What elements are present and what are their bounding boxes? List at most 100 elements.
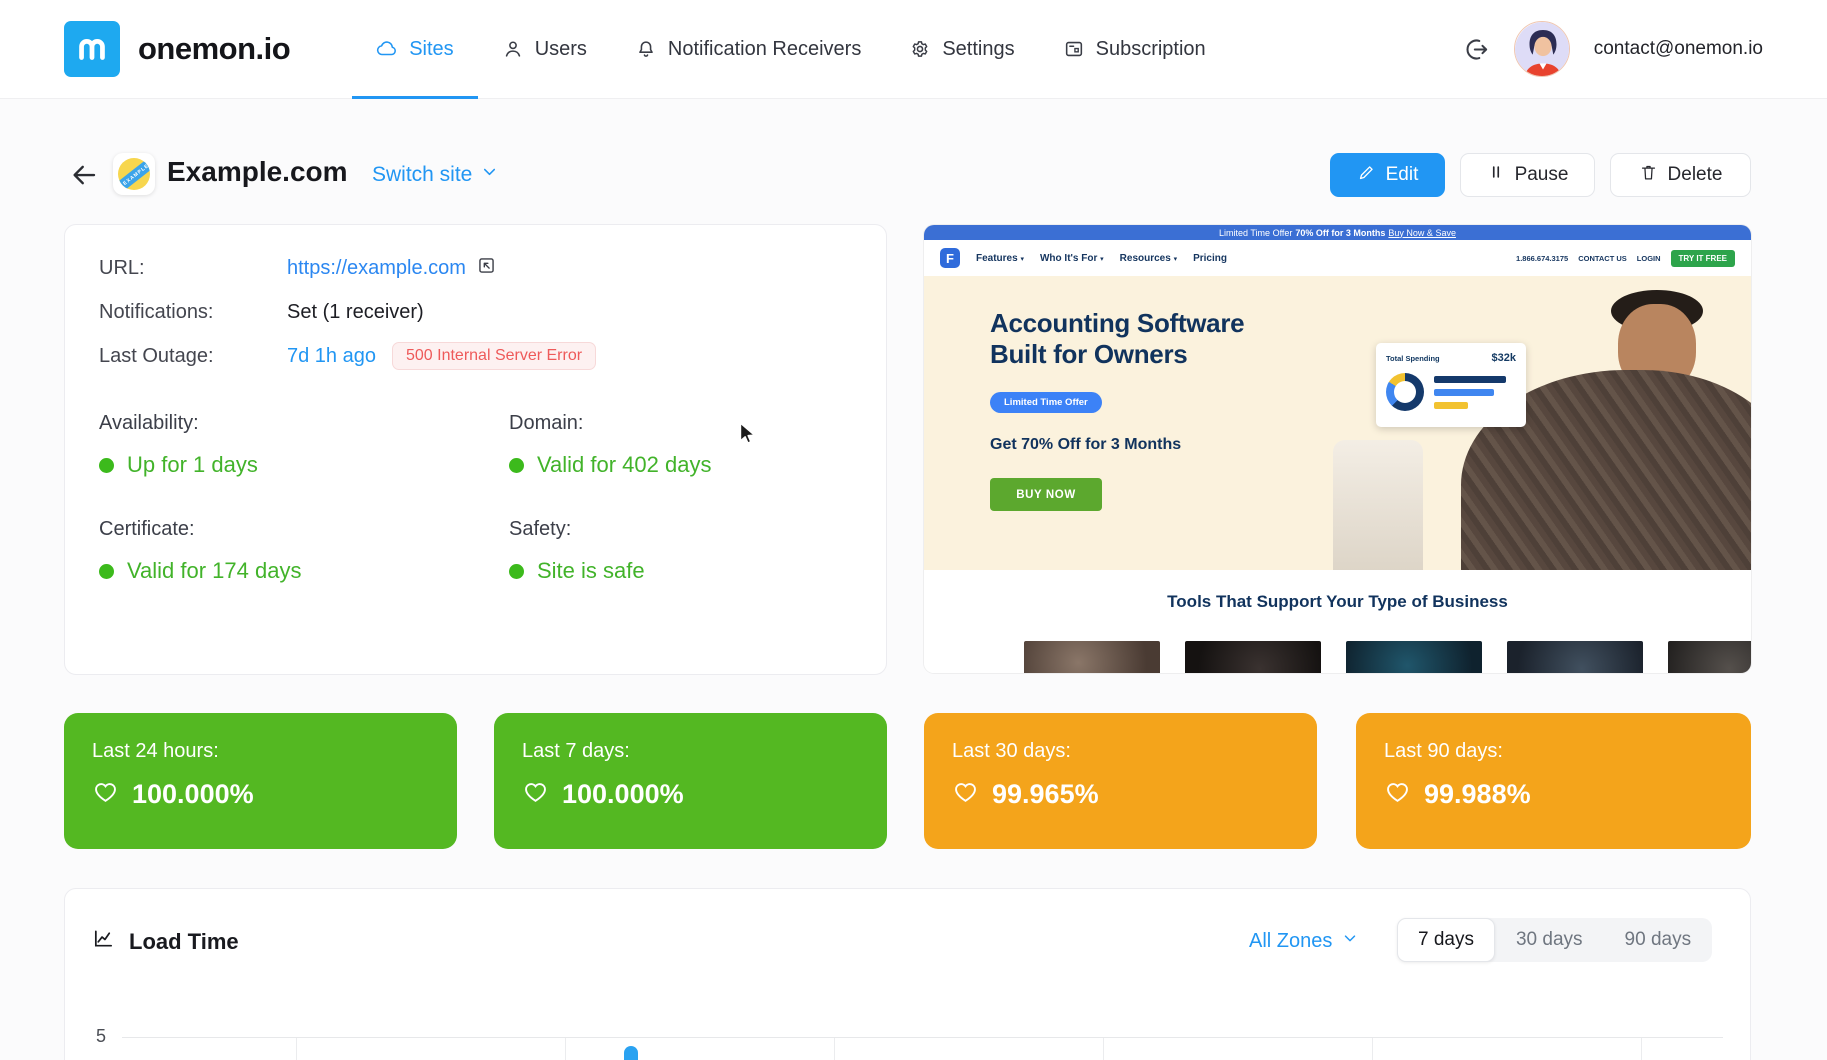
preview-nav-item: Resources ▾ bbox=[1119, 252, 1178, 264]
availability-block: Availability: Up for 1 days bbox=[99, 412, 509, 478]
uptime-value: 99.965% bbox=[992, 778, 1099, 809]
chart-gridline bbox=[1641, 1038, 1642, 1060]
uptime-value: 99.988% bbox=[1424, 778, 1531, 809]
domain-label: Domain: bbox=[509, 412, 584, 434]
brand-name: onemon.io bbox=[138, 31, 291, 66]
pause-button[interactable]: Pause bbox=[1460, 153, 1595, 197]
status-dot-green bbox=[99, 563, 114, 579]
chart-data-marker bbox=[624, 1046, 638, 1060]
chevron-down-icon bbox=[480, 162, 499, 187]
preview-photo-thumbnail bbox=[1668, 641, 1751, 673]
certificate-label: Certificate: bbox=[99, 518, 195, 540]
availability-label: Availability: bbox=[99, 412, 199, 434]
domain-value: Valid for 402 days bbox=[537, 452, 712, 477]
bar-rows bbox=[1434, 375, 1506, 409]
pause-icon bbox=[1487, 163, 1505, 187]
nav-item-subscription[interactable]: Subscription bbox=[1039, 0, 1230, 98]
back-button[interactable] bbox=[67, 158, 101, 192]
availability-value: Up for 1 days bbox=[127, 452, 258, 477]
safety-value: Site is safe bbox=[537, 558, 645, 583]
tab-30-days[interactable]: 30 days bbox=[1495, 918, 1604, 962]
external-link-icon bbox=[476, 255, 497, 282]
pencil-icon bbox=[1357, 163, 1376, 188]
chart-gridline bbox=[565, 1038, 566, 1060]
uptime-value: 100.000% bbox=[132, 778, 254, 809]
user-icon bbox=[502, 38, 524, 60]
switch-site-dropdown[interactable]: Switch site bbox=[372, 162, 499, 187]
nav-label: Settings bbox=[942, 37, 1015, 60]
chevron-down-icon bbox=[1341, 929, 1359, 953]
uptime-card-24h: Last 24 hours: 100.000% bbox=[64, 713, 457, 849]
line-chart-icon bbox=[92, 927, 115, 956]
preview-spending-card: Total Spending $32k bbox=[1376, 343, 1526, 427]
heart-icon bbox=[522, 778, 549, 810]
chart-gridline bbox=[296, 1038, 297, 1060]
chart-gridline bbox=[1372, 1038, 1373, 1060]
uptime-card-90d: Last 90 days: 99.988% bbox=[1356, 713, 1751, 849]
preview-hero-heading: Accounting Software Built for Owners bbox=[990, 308, 1245, 369]
nav-label: Notification Receivers bbox=[667, 37, 862, 60]
preview-hero: Total Spending $32k Accounting Software … bbox=[924, 276, 1751, 570]
preview-photo-thumbnail bbox=[1024, 641, 1160, 673]
uptime-card-30d: Last 30 days: 99.965% bbox=[924, 713, 1317, 849]
all-zones-dropdown[interactable]: All Zones bbox=[1249, 929, 1359, 953]
heart-icon bbox=[952, 778, 979, 810]
nav-label: Subscription bbox=[1095, 37, 1206, 60]
status-dot-green bbox=[99, 457, 114, 473]
preview-buy-now-button: BUY NOW bbox=[990, 478, 1102, 511]
delete-button[interactable]: Delete bbox=[1610, 153, 1751, 197]
preview-logo: F bbox=[940, 248, 960, 268]
nav-label: Sites bbox=[409, 37, 454, 60]
favicon-ribbon-text: EXAMPLE bbox=[118, 158, 150, 190]
preview-phone: 1.866.674.3175 bbox=[1516, 253, 1569, 263]
preview-try-free-button: TRY IT FREE bbox=[1670, 249, 1735, 267]
nav-item-notification-receivers[interactable]: Notification Receivers bbox=[611, 0, 885, 98]
nav-item-sites[interactable]: Sites bbox=[352, 0, 479, 99]
nav-item-settings[interactable]: Settings bbox=[885, 0, 1038, 98]
notifications-label: Notifications: bbox=[99, 300, 214, 323]
site-url-link[interactable]: https://example.com bbox=[287, 255, 497, 282]
domain-block: Domain: Valid for 402 days bbox=[509, 412, 852, 478]
notifications-value: Set (1 receiver) bbox=[287, 300, 424, 323]
preview-nav: F Features ▾ Who It's For ▾ Resources ▾ … bbox=[924, 240, 1751, 276]
certificate-block: Certificate: Valid for 174 days bbox=[99, 518, 509, 584]
heart-icon bbox=[92, 778, 119, 810]
url-label: URL: bbox=[99, 257, 145, 279]
tab-7-days[interactable]: 7 days bbox=[1397, 918, 1495, 962]
preview-photo-thumbnail bbox=[1185, 641, 1321, 673]
edit-button[interactable]: Edit bbox=[1330, 153, 1445, 197]
tab-90-days[interactable]: 90 days bbox=[1604, 918, 1713, 962]
nav-label: Users bbox=[534, 37, 587, 60]
status-dot-green bbox=[509, 563, 524, 579]
preview-tools-section: Tools That Support Your Type of Business bbox=[924, 570, 1751, 673]
preview-nav-item: Who It's For ▾ bbox=[1039, 252, 1104, 264]
preview-offer-text: Get 70% Off for 3 Months bbox=[990, 436, 1182, 453]
preview-photo-thumbnail bbox=[1507, 641, 1643, 673]
site-screenshot-preview: Limited Time Offer 70% Off for 3 Months … bbox=[924, 225, 1751, 673]
uptime-card-7d: Last 7 days: 100.000% bbox=[494, 713, 887, 849]
top-navbar: onemon.io Sites Users Notification Recei… bbox=[0, 0, 1827, 99]
preview-nav-item: Features ▾ bbox=[976, 252, 1024, 264]
onemon-logo-icon[interactable] bbox=[64, 21, 120, 77]
site-info-card: URL: https://example.com Notifications: … bbox=[64, 224, 887, 675]
certificate-value: Valid for 174 days bbox=[127, 558, 302, 583]
heart-icon bbox=[1384, 778, 1411, 810]
y-axis-tick: 5 bbox=[96, 1026, 107, 1046]
navbar-right: contact@onemon.io bbox=[1463, 21, 1763, 77]
load-time-title: Load Time bbox=[92, 927, 239, 956]
chart-gridline bbox=[834, 1038, 835, 1060]
range-tab-group: 7 days 30 days 90 days bbox=[1397, 918, 1713, 962]
spending-value: $32k bbox=[1491, 352, 1516, 364]
last-outage-label: Last Outage: bbox=[99, 344, 214, 367]
outage-error-badge: 500 Internal Server Error bbox=[391, 342, 597, 370]
subscription-card-icon bbox=[1063, 38, 1085, 60]
preview-photo-thumbnail bbox=[1346, 641, 1482, 673]
user-avatar[interactable] bbox=[1513, 21, 1570, 77]
logout-icon[interactable] bbox=[1463, 36, 1490, 63]
nav-item-users[interactable]: Users bbox=[478, 0, 611, 98]
last-outage-time-link[interactable]: 7d 1h ago bbox=[287, 345, 376, 368]
status-dot-green bbox=[509, 457, 524, 473]
safety-label: Safety: bbox=[509, 518, 572, 540]
main-nav: Sites Users Notification Receivers Setti… bbox=[352, 0, 1230, 99]
account-email[interactable]: contact@onemon.io bbox=[1594, 38, 1763, 60]
